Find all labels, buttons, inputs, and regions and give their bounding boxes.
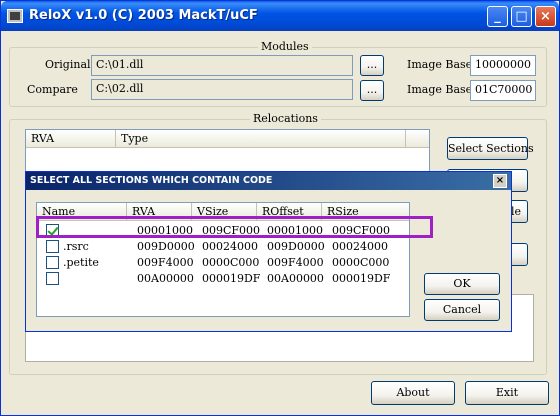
browse-original-button[interactable]: ... (360, 55, 384, 76)
section-name: .rsrc (63, 240, 89, 253)
section-checkbox[interactable] (46, 240, 59, 253)
section-row[interactable]: .rsrc 009D0000 00024000 009D0000 0002400… (37, 239, 409, 255)
relox-main-window: ReloX v1.0 (C) 2003 MackT/uCF _ □ × Modu… (0, 0, 560, 416)
original-image-base-label: Image Base (407, 58, 473, 71)
relocations-group-label: Relocations (250, 112, 321, 125)
about-button[interactable]: About (371, 381, 455, 405)
select-sections-button[interactable]: Select Sections (447, 137, 534, 160)
section-checkbox[interactable] (46, 256, 59, 269)
ok-button[interactable]: OK (424, 273, 500, 295)
section-rsize: 00024000 (332, 240, 388, 253)
window-title: ReloX v1.0 (C) 2003 MackT/uCF (29, 8, 258, 23)
minimize-button[interactable]: _ (487, 6, 508, 27)
section-rva: 009D0000 (137, 240, 195, 253)
section-rva: 00A00000 (137, 272, 194, 285)
column-header-roffset[interactable]: ROffset (257, 203, 322, 221)
section-roffset: 009F4000 (267, 256, 324, 269)
compare-path-field[interactable]: C:\02.dll (91, 79, 353, 100)
section-checkbox[interactable] (46, 224, 59, 237)
section-rva: 009F4000 (137, 256, 194, 269)
dialog-close-button[interactable]: × (493, 174, 507, 188)
relocations-list[interactable]: RVA Type (25, 129, 430, 173)
section-vsize: 000019DF (202, 272, 261, 285)
column-header-rva[interactable]: RVA (127, 203, 192, 221)
dialog-title: SELECT ALL SECTIONS WHICH CONTAIN CODE (30, 175, 273, 186)
column-header-rsize[interactable]: RSize (322, 203, 409, 221)
section-row[interactable]: 00001000 009CF000 00001000 009CF000 (37, 223, 409, 239)
section-roffset: 009D0000 (267, 240, 325, 253)
title-bar[interactable]: ReloX v1.0 (C) 2003 MackT/uCF _ □ × (1, 1, 559, 31)
section-name: .petite (63, 256, 99, 269)
browse-compare-button[interactable]: ... (360, 80, 384, 101)
compare-image-base-label: Image Base (407, 83, 473, 96)
section-row[interactable]: 00A00000 000019DF 00A00000 000019DF (37, 271, 409, 287)
original-label: Original (45, 58, 91, 71)
column-header-name[interactable]: Name (37, 203, 127, 221)
dialog-title-bar[interactable]: SELECT ALL SECTIONS WHICH CONTAIN CODE × (26, 172, 511, 190)
exit-button[interactable]: Exit (465, 381, 549, 405)
select-sections-dialog: SELECT ALL SECTIONS WHICH CONTAIN CODE ×… (25, 171, 512, 332)
column-header-type[interactable]: Type (116, 130, 406, 148)
compare-image-base-field[interactable]: 01C70000 (470, 80, 536, 101)
section-vsize: 00024000 (202, 240, 258, 253)
column-header-filler (406, 130, 429, 148)
compare-label: Compare (27, 83, 78, 96)
close-button[interactable]: × (535, 6, 556, 27)
section-rsize: 009CF000 (332, 224, 391, 237)
column-header-rva[interactable]: RVA (26, 130, 116, 148)
section-roffset: 00A00000 (267, 272, 324, 285)
maximize-button[interactable]: □ (511, 6, 532, 27)
section-rva: 00001000 (137, 224, 193, 237)
section-vsize: 0000C000 (202, 256, 260, 269)
section-roffset: 00001000 (267, 224, 323, 237)
sections-list[interactable]: Name RVA VSize ROffset RSize 00001000 00… (36, 202, 410, 317)
original-path-field[interactable]: C:\01.dll (91, 55, 353, 76)
section-checkbox[interactable] (46, 272, 59, 285)
app-icon (7, 9, 23, 23)
original-image-base-field[interactable]: 10000000 (470, 55, 536, 76)
section-row[interactable]: .petite 009F4000 0000C000 009F4000 0000C… (37, 255, 409, 271)
modules-group-label: Modules (258, 40, 312, 53)
column-header-vsize[interactable]: VSize (192, 203, 257, 221)
section-vsize: 009CF000 (202, 224, 261, 237)
section-rsize: 000019DF (332, 272, 391, 285)
section-rsize: 0000C000 (332, 256, 390, 269)
cancel-button[interactable]: Cancel (424, 299, 500, 321)
